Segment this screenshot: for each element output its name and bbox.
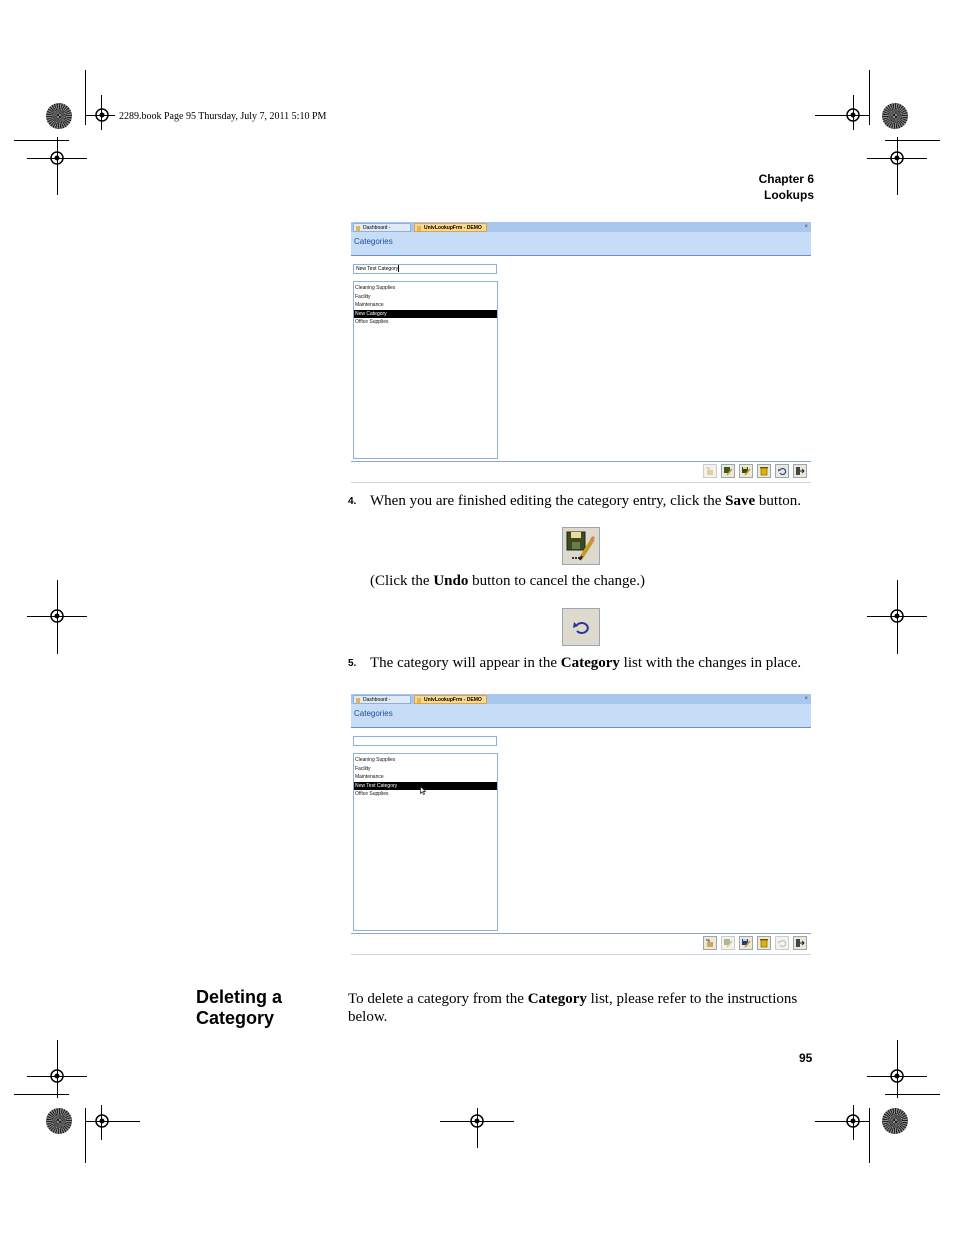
form-title: Categories xyxy=(354,709,393,718)
toolbar-divider xyxy=(351,954,811,955)
crop-mark xyxy=(885,140,940,141)
step-number: 4. xyxy=(348,496,357,507)
section-heading: Deleting a Category xyxy=(196,987,283,1028)
page-number: 95 xyxy=(799,1051,813,1065)
edit-button[interactable] xyxy=(721,464,735,478)
undo-button[interactable] xyxy=(775,936,789,950)
list-item[interactable]: Office Supplies xyxy=(354,318,497,327)
toolbar-divider xyxy=(351,933,811,934)
exit-icon xyxy=(796,467,805,475)
step-text: When you are finished editing the catego… xyxy=(370,493,801,509)
tab-dashboard[interactable]: Dashboard - DEMO xyxy=(353,695,411,712)
crop-mark xyxy=(885,1094,940,1095)
step-text: The category will appear in the Category… xyxy=(370,655,802,671)
save-icon xyxy=(566,531,596,561)
category-name-input[interactable]: New Test Category xyxy=(353,264,497,274)
list-item-selected[interactable]: New Category xyxy=(354,309,497,319)
save-icon xyxy=(742,467,751,476)
form-icon xyxy=(417,698,421,703)
tab-dashboard[interactable]: Dashboard - DEMO xyxy=(353,223,411,240)
trash-icon xyxy=(760,939,768,948)
registration-target-icon xyxy=(890,151,904,165)
form-icon xyxy=(356,698,360,703)
category-name-input[interactable] xyxy=(353,736,497,746)
tab-univlookupfrm[interactable]: UnivLookupFrm - DEMO xyxy=(414,223,487,232)
chapter-number: Chapter 6 xyxy=(758,172,814,186)
edit-button[interactable] xyxy=(721,936,735,950)
save-icon xyxy=(742,939,751,948)
toolbar-divider xyxy=(351,461,811,462)
mouse-pointer-icon xyxy=(420,786,426,795)
print-header: 2289.book Page 95 Thursday, July 7, 2011… xyxy=(119,111,327,122)
form-icon xyxy=(417,226,421,231)
registration-target-icon xyxy=(846,1114,860,1128)
delete-button[interactable] xyxy=(757,464,771,478)
save-button[interactable] xyxy=(739,464,753,478)
trash-icon xyxy=(760,467,768,476)
registration-rose-icon xyxy=(882,1108,908,1134)
list-item[interactable]: Facility xyxy=(354,293,497,302)
edit-icon xyxy=(724,939,733,948)
registration-target-icon xyxy=(890,1069,904,1083)
registration-target-icon xyxy=(95,1114,109,1128)
undo-note: (Click the Undo button to cancel the cha… xyxy=(370,573,645,589)
registration-rose-icon xyxy=(46,1108,72,1134)
undo-button[interactable] xyxy=(775,464,789,478)
registration-target-icon xyxy=(890,609,904,623)
delete-button[interactable] xyxy=(757,936,771,950)
form-title-bar: Categories xyxy=(351,232,811,256)
list-item[interactable]: Cleaning Supplies xyxy=(354,284,497,293)
undo-icon xyxy=(778,939,787,948)
category-list[interactable]: Cleaning Supplies Facility Maintenance N… xyxy=(353,281,498,459)
screenshot-before-save: Dashboard - DEMO UnivLookupFrm - DEMO × … xyxy=(351,222,811,484)
list-item[interactable]: Maintenance xyxy=(354,773,497,782)
registration-target-icon xyxy=(50,609,64,623)
list-item[interactable]: Facility xyxy=(354,765,497,774)
new-record-button[interactable] xyxy=(703,936,717,950)
crop-mark xyxy=(869,1108,870,1163)
close-icon[interactable]: × xyxy=(804,222,808,232)
list-item[interactable]: Maintenance xyxy=(354,301,497,310)
crop-mark xyxy=(869,70,870,125)
crop-mark xyxy=(14,140,69,141)
crop-mark xyxy=(85,70,86,125)
undo-icon xyxy=(778,467,787,476)
registration-rose-icon xyxy=(882,103,908,129)
exit-button[interactable] xyxy=(793,464,807,478)
category-list[interactable]: Cleaning Supplies Facility Maintenance N… xyxy=(353,753,498,931)
registration-target-icon xyxy=(50,1069,64,1083)
text-caret xyxy=(398,265,400,273)
save-button-illustration[interactable] xyxy=(562,527,600,565)
undo-button-illustration[interactable] xyxy=(562,608,600,646)
registration-target-icon xyxy=(50,151,64,165)
new-record-icon xyxy=(706,467,713,475)
new-record-button[interactable] xyxy=(703,464,717,478)
registration-rose-icon xyxy=(46,103,72,129)
close-icon[interactable]: × xyxy=(804,694,808,704)
chapter-title: Lookups xyxy=(764,188,814,202)
new-record-icon xyxy=(706,939,713,947)
list-item[interactable]: Cleaning Supplies xyxy=(354,756,497,765)
screenshot-after-save: Dashboard - DEMO UnivLookupFrm - DEMO × … xyxy=(351,694,811,956)
crop-mark xyxy=(85,1108,86,1163)
exit-button[interactable] xyxy=(793,936,807,950)
crop-mark xyxy=(14,1094,69,1095)
edit-icon xyxy=(724,467,733,476)
save-button[interactable] xyxy=(739,936,753,950)
registration-target-icon xyxy=(95,108,109,122)
toolbar-divider xyxy=(351,482,811,483)
form-icon xyxy=(356,226,360,231)
section-paragraph: To delete a category from the Category l… xyxy=(348,991,798,1025)
form-title-bar: Categories xyxy=(351,704,811,728)
registration-target-icon xyxy=(470,1114,484,1128)
exit-icon xyxy=(796,939,805,947)
step-number: 5. xyxy=(348,658,357,669)
registration-target-icon xyxy=(846,108,860,122)
undo-icon xyxy=(573,622,589,634)
chapter-running-head: Chapter 6 Lookups xyxy=(759,171,814,203)
form-title: Categories xyxy=(354,237,393,246)
tab-univlookupfrm[interactable]: UnivLookupFrm - DEMO xyxy=(414,695,487,704)
